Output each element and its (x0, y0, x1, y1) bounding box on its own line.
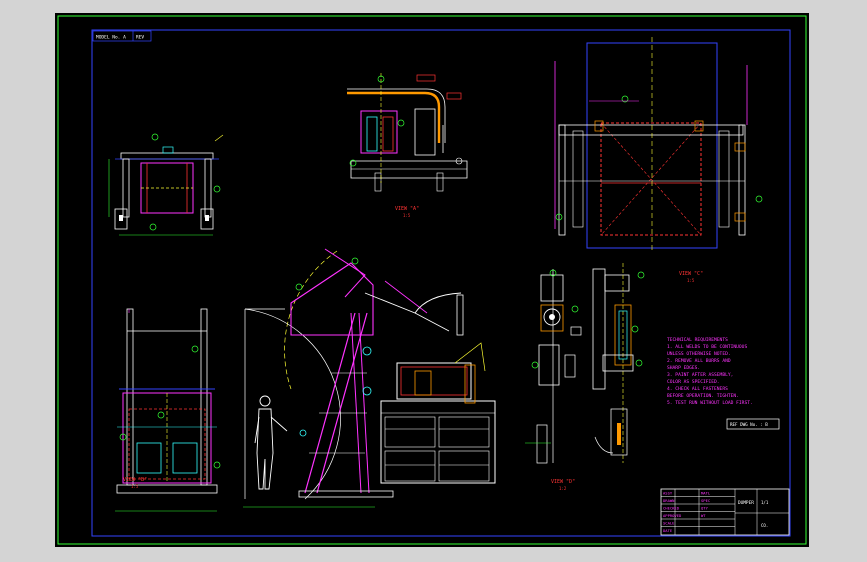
title-block-name: DUMPER (738, 500, 754, 506)
title-block-row: DRAWN (663, 498, 675, 503)
note-line: 4. CHECK ALL FASTENERS (667, 386, 728, 392)
view-d-scale: 1:2 (559, 486, 567, 491)
view-b-scale: 1:5 (131, 484, 139, 489)
operator-figure (254, 395, 288, 490)
view-d-title: VIEW "D" (551, 479, 575, 485)
view-c-scale: 1:5 (687, 278, 695, 283)
title-block-col: SPEC (701, 498, 710, 503)
note-line: SHARP EDGES. (667, 365, 700, 371)
note-line: BEFORE OPERATION. TIGHTEN. (667, 393, 739, 399)
note-line: 1. ALL WELDS TO BE CONTINUOUS (667, 344, 747, 350)
model-box-label: MODEL No. A (96, 35, 126, 41)
main-assembly-view (243, 248, 496, 508)
note-line: TECHNICAL REQUIREMENTS (667, 337, 728, 343)
title-block-row: ASSY (663, 491, 673, 496)
note-line: 2. REMOVE ALL BURRS AND (667, 358, 731, 364)
note-line: 5. TEST RUN WITHOUT LOAD FIRST. (667, 400, 753, 406)
title-block-row: SCALE (663, 521, 675, 526)
cad-drawing: MODEL No. A REV VIEW "A" 1:5 VIEW "B" 1:… (57, 15, 807, 545)
view-top-left (108, 133, 224, 236)
title-block: ASSY DRAWN CHECKED APPROVED SCALE DATE M… (660, 488, 790, 536)
model-box-tag: REV (136, 35, 144, 41)
view-b-title: VIEW "B" (123, 477, 147, 483)
title-block-company: CO. (761, 523, 768, 528)
technical-notes: TECHNICAL REQUIREMENTS 1. ALL WELDS TO B… (667, 337, 753, 406)
ref-dwg-label: REF DWG No. : B (730, 422, 768, 427)
view-d (525, 269, 582, 464)
title-block-col: MATL (701, 491, 711, 496)
title-block-col: QTY (701, 506, 709, 511)
title-block-row: CHECKED (663, 506, 680, 511)
view-a (347, 73, 468, 192)
note-line: COLOR AS SPECIFIED. (667, 379, 720, 385)
view-a-scale: 1:5 (403, 213, 411, 218)
title-block-row: APPROVED (663, 513, 682, 518)
title-block-row: DATE (663, 528, 673, 533)
title-block-sheet: 1/1 (761, 500, 769, 505)
view-a-title: VIEW "A" (395, 206, 419, 212)
view-top-right (554, 37, 763, 253)
cad-viewport[interactable]: MODEL No. A REV VIEW "A" 1:5 VIEW "B" 1:… (55, 13, 809, 547)
view-c-title: VIEW "C" (679, 271, 703, 277)
view-c (592, 263, 645, 463)
title-block-col: WT (701, 513, 706, 518)
note-line: 3. PAINT AFTER ASSEMBLY, (667, 372, 733, 378)
note-line: UNLESS OTHERWISE NOTED. (667, 351, 731, 357)
